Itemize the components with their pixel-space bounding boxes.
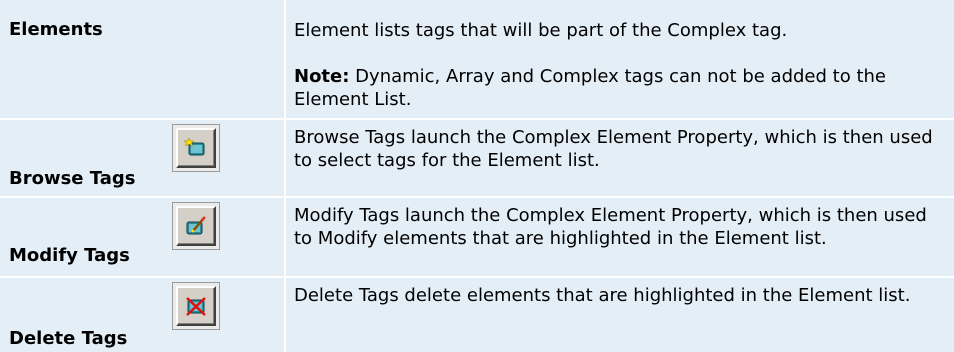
row-label-browse-tags: Browse Tags [9, 168, 136, 189]
table-row-modify-tags: Modify Tags Modify Tags launch the Compl… [0, 198, 954, 276]
browse-tags-icon [176, 128, 216, 168]
table-row-browse-tags: Browse Tags Browse Tags launch the Compl… [0, 120, 954, 196]
description-cell: Delete Tags delete elements that are hig… [286, 278, 954, 352]
row-description-browse-tags: Browse Tags launch the Complex Element P… [294, 127, 933, 171]
description-cell: Modify Tags launch the Complex Element P… [286, 198, 954, 276]
row-description-elements: Element lists tags that will be part of … [294, 20, 788, 41]
description-cell: Browse Tags launch the Complex Element P… [286, 120, 954, 196]
label-cell: Delete Tags [0, 278, 286, 352]
note-paragraph: Note: Dynamic, Array and Complex tags ca… [294, 65, 934, 111]
label-cell: Elements [0, 0, 286, 118]
label-cell: Modify Tags [0, 198, 286, 276]
table-row-elements: Elements Element lists tags that will be… [0, 0, 954, 118]
row-description-delete-tags: Delete Tags delete elements that are hig… [294, 285, 911, 306]
row-label-delete-tags: Delete Tags [9, 328, 128, 349]
row-description-modify-tags: Modify Tags launch the Complex Element P… [294, 205, 927, 249]
table-row-delete-tags: Delete Tags Delete Tags delete elements … [0, 278, 954, 352]
note-text: Dynamic, Array and Complex tags can not … [294, 66, 886, 110]
modify-tags-icon [176, 206, 216, 246]
description-cell: Element lists tags that will be part of … [286, 0, 954, 118]
note-label: Note: [294, 66, 350, 87]
row-label-modify-tags: Modify Tags [9, 245, 130, 266]
label-cell: Browse Tags [0, 120, 286, 196]
row-label-elements: Elements [9, 19, 103, 40]
delete-tags-icon [176, 286, 216, 326]
properties-table: Elements Element lists tags that will be… [0, 0, 954, 352]
